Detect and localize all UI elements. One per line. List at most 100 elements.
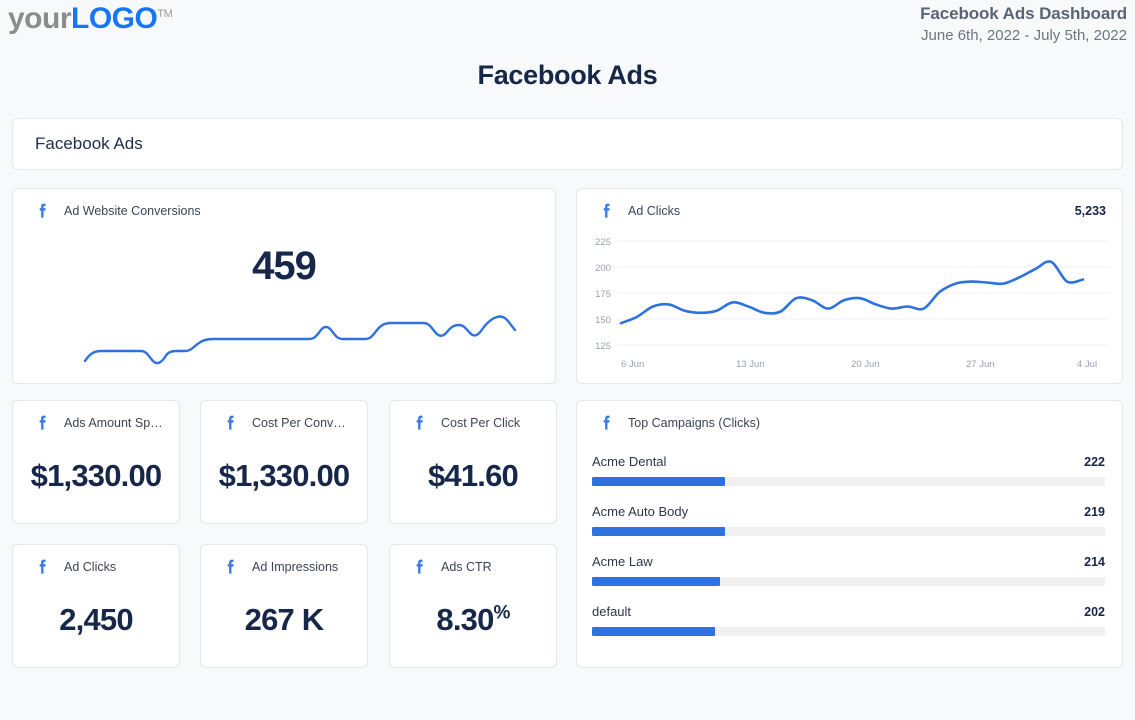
header-meta: Facebook Ads Dashboard June 6th, 2022 - … (920, 4, 1127, 44)
conversions-sparkline (13, 299, 557, 369)
kpi-value-text: $1,330.00 (219, 458, 350, 493)
date-range: June 6th, 2022 - July 5th, 2022 (920, 27, 1127, 44)
kpi-card-ad-clicks: Ad Clicks 2,450 (12, 544, 180, 668)
kpi-value-text: $41.60 (428, 458, 518, 493)
campaign-bar-fill (592, 527, 725, 536)
campaign-bar-fill (592, 577, 720, 586)
section-header-card: Facebook Ads (12, 118, 1123, 170)
kpi-value-text: $1,330.00 (31, 458, 162, 493)
card-header: Cost Per Conversi… (201, 401, 367, 432)
logo-trademark: TM (157, 8, 172, 20)
facebook-icon (599, 414, 615, 432)
facebook-icon (223, 558, 239, 576)
ad-website-conversions-card: Ad Website Conversions 459 (12, 188, 556, 384)
page-header: yourLOGOTM Facebook Ads Dashboard June 6… (0, 0, 1135, 50)
card-header: Ad Website Conversions (13, 189, 555, 220)
ad-clicks-chart-card: Ad Clicks 5,233 225 200 175 150 125 6 Ju… (576, 188, 1123, 384)
facebook-icon (35, 202, 51, 220)
card-label: Ad Clicks (628, 204, 680, 218)
campaign-value: 219 (1084, 505, 1105, 519)
x-tick-label: 4 Jul (1077, 359, 1097, 370)
kpi-card-ads-amount-spent: Ads Amount Spent $1,330.00 (12, 400, 180, 524)
x-tick-label: 6 Jun (621, 359, 644, 370)
ad-clicks-series-line (621, 261, 1083, 323)
card-label: Cost Per Click (441, 416, 520, 430)
kpi-card-ads-ctr: Ads CTR 8.30% (389, 544, 557, 668)
campaign-name: default (592, 604, 631, 619)
facebook-icon (599, 202, 615, 220)
campaign-row[interactable]: Acme Law 214 (592, 554, 1105, 586)
card-header: Ads CTR (390, 545, 556, 576)
x-tick-label: 27 Jun (966, 359, 995, 370)
x-tick-label: 20 Jun (851, 359, 880, 370)
kpi-value: $41.60 (390, 458, 556, 494)
campaign-row[interactable]: Acme Auto Body 219 (592, 504, 1105, 536)
kpi-value-text: 267 K (245, 602, 324, 637)
page-title: Facebook Ads (0, 60, 1135, 91)
campaign-name: Acme Law (592, 554, 653, 569)
kpi-value: 267 K (201, 602, 367, 638)
kpi-value: 2,450 (13, 602, 179, 638)
y-tick-label: 175 (595, 289, 611, 300)
campaign-bar-fill (592, 627, 715, 636)
campaign-name: Acme Dental (592, 454, 666, 469)
kpi-value-text: 2,450 (59, 602, 133, 637)
conversions-value: 459 (13, 244, 555, 289)
campaign-bar-track (592, 577, 1105, 586)
campaign-row[interactable]: Acme Dental 222 (592, 454, 1105, 486)
campaign-bar-track (592, 627, 1105, 636)
kpi-card-cost-per-conversion: Cost Per Conversi… $1,330.00 (200, 400, 368, 524)
card-label: Cost Per Conversi… (252, 416, 351, 430)
campaign-row-header: Acme Law 214 (592, 554, 1105, 569)
card-label: Ad Clicks (64, 560, 116, 574)
card-label: Ads CTR (441, 560, 492, 574)
kpi-value: $1,330.00 (201, 458, 367, 494)
facebook-icon (35, 414, 51, 432)
campaign-row-header: Acme Auto Body 219 (592, 504, 1105, 519)
campaign-list: Acme Dental 222 Acme Auto Body 219 A (577, 432, 1122, 636)
y-tick-label: 150 (595, 315, 611, 326)
ad-clicks-total: 5,233 (1075, 204, 1106, 218)
dashboard-title: Facebook Ads Dashboard (920, 4, 1127, 24)
y-tick-label: 200 (595, 263, 611, 274)
campaign-name: Acme Auto Body (592, 504, 688, 519)
facebook-icon (412, 414, 428, 432)
y-tick-label: 225 (595, 237, 611, 248)
campaign-bar-track (592, 477, 1105, 486)
campaign-value: 202 (1084, 605, 1105, 619)
top-campaigns-card: Top Campaigns (Clicks) Acme Dental 222 A… (576, 400, 1123, 668)
y-tick-label: 125 (595, 341, 611, 352)
kpi-card-cost-per-click: Cost Per Click $41.60 (389, 400, 557, 524)
kpi-card-ad-impressions: Ad Impressions 267 K (200, 544, 368, 668)
campaign-bar-fill (592, 477, 725, 486)
card-header: Top Campaigns (Clicks) (577, 401, 1122, 432)
campaign-value: 214 (1084, 555, 1105, 569)
card-header: Ad Clicks (13, 545, 179, 576)
card-label: Top Campaigns (Clicks) (628, 416, 760, 430)
card-header: Cost Per Click (390, 401, 556, 432)
logo-prefix: your (8, 2, 71, 35)
brand-logo: yourLOGOTM (8, 2, 172, 36)
logo-main: LOGO (71, 2, 157, 35)
campaign-bar-track (592, 527, 1105, 536)
section-header-label: Facebook Ads (35, 134, 143, 154)
facebook-icon (412, 558, 428, 576)
kpi-value-suffix: % (494, 603, 510, 624)
kpi-value: 8.30% (390, 602, 556, 638)
card-header: Ad Clicks 5,233 (577, 189, 1122, 220)
card-header: Ad Impressions (201, 545, 367, 576)
card-label: Ad Website Conversions (64, 204, 201, 218)
campaign-value: 222 (1084, 455, 1105, 469)
facebook-icon (35, 558, 51, 576)
card-header: Ads Amount Spent (13, 401, 179, 432)
kpi-value: $1,330.00 (13, 458, 179, 494)
x-tick-label: 13 Jun (736, 359, 765, 370)
card-label: Ads Amount Spent (64, 416, 163, 430)
kpi-value-text: 8.30 (436, 602, 493, 637)
dashboard-page: yourLOGOTM Facebook Ads Dashboard June 6… (0, 0, 1135, 720)
facebook-icon (223, 414, 239, 432)
card-label: Ad Impressions (252, 560, 338, 574)
campaign-row[interactable]: default 202 (592, 604, 1105, 636)
campaign-row-header: Acme Dental 222 (592, 454, 1105, 469)
ad-clicks-line-chart: 225 200 175 150 125 6 Jun 13 Jun 20 Jun … (577, 227, 1124, 382)
